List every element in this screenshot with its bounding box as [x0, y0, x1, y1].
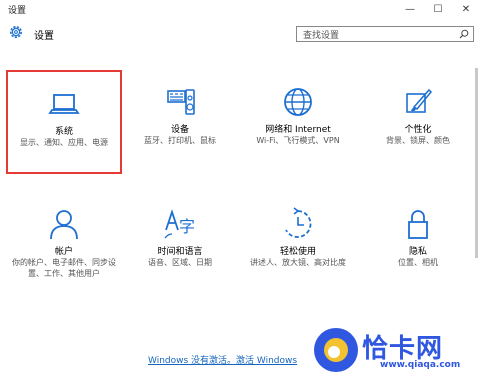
activate-windows-link[interactable]: Windows 没有激活。激活 Windows — [148, 353, 297, 366]
tile-ease-of-access-label: 轻松使用 — [279, 247, 316, 257]
close-icon: ✕ — [461, 3, 471, 15]
tile-personalization-desc: 背景、锁屏、颜色 — [386, 136, 450, 145]
minimize-icon: — — [405, 3, 415, 15]
settings-header: 设置 查找设置 — [0, 18, 480, 48]
title-bar: 设置 — ☐ ✕ — [0, 0, 480, 18]
tile-personalization-label: 个性化 — [404, 125, 432, 135]
tile-privacy[interactable]: 隐私 位置、相机 — [360, 192, 476, 296]
tile-time-language-desc: 语音、区域、日期 — [148, 258, 212, 267]
tile-network[interactable]: 网络和 Internet Wi-Fi、飞行模式、VPN — [240, 70, 356, 174]
tile-time-language-label: 时间和语言 — [157, 247, 203, 257]
tile-system[interactable]: 系统 显示、通知、应用、电源 — [6, 70, 122, 174]
search-input[interactable]: 查找设置 — [296, 26, 474, 42]
globe-icon — [284, 88, 312, 116]
tile-time-language[interactable]: 字 时间和语言 语音、区域、日期 — [122, 192, 238, 296]
person-icon — [50, 210, 78, 240]
tile-system-label: 系统 — [54, 127, 73, 137]
watermark: 恰卡网 www.qiaqa.com — [310, 322, 480, 376]
laptop-icon — [48, 94, 80, 114]
tile-accounts-label: 帐户 — [54, 247, 73, 257]
watermark-logo-icon — [314, 328, 358, 372]
window-title: 设置 — [8, 6, 27, 16]
watermark-url: www.qiaqa.com — [380, 360, 461, 370]
ease-of-access-icon — [285, 207, 312, 238]
tile-network-desc: Wi-Fi、飞行模式、VPN — [256, 136, 340, 145]
search-icon — [459, 29, 469, 39]
search-placeholder: 查找设置 — [303, 31, 340, 41]
svg-text:字: 字 — [179, 217, 195, 236]
tile-privacy-desc: 位置、相机 — [398, 258, 438, 267]
minimize-button[interactable]: — — [396, 0, 424, 18]
tile-system-desc: 显示、通知、应用、电源 — [20, 138, 108, 147]
maximize-button[interactable]: ☐ — [424, 0, 452, 18]
window-controls: — ☐ ✕ — [396, 0, 480, 18]
tile-network-label: 网络和 Internet — [265, 125, 331, 135]
gear-icon — [10, 26, 22, 38]
tile-ease-of-access[interactable]: 轻松使用 讲述人、放大镜、高对比度 — [240, 192, 356, 296]
tile-devices[interactable]: 设备 蓝牙、打印机、鼠标 — [122, 70, 238, 174]
close-button[interactable]: ✕ — [452, 0, 480, 18]
tile-privacy-label: 隐私 — [408, 247, 427, 257]
tile-devices-desc: 蓝牙、打印机、鼠标 — [144, 136, 216, 145]
time-language-icon: 字 — [164, 209, 195, 239]
tile-devices-label: 设备 — [170, 125, 189, 135]
lock-icon — [408, 210, 428, 239]
maximize-icon: ☐ — [433, 3, 443, 15]
devices-icon — [167, 89, 195, 115]
page-title: 设置 — [34, 31, 54, 42]
tile-ease-of-access-desc: 讲述人、放大镜、高对比度 — [250, 258, 346, 267]
tile-accounts[interactable]: 帐户 你的帐户、电子邮件、同步设置、工作、其他用户 — [6, 192, 122, 296]
paintbrush-icon — [406, 88, 433, 113]
tile-accounts-desc: 你的帐户、电子邮件、同步设置、工作、其他用户 — [12, 258, 116, 278]
tile-personalization[interactable]: 个性化 背景、锁屏、颜色 — [360, 70, 476, 174]
